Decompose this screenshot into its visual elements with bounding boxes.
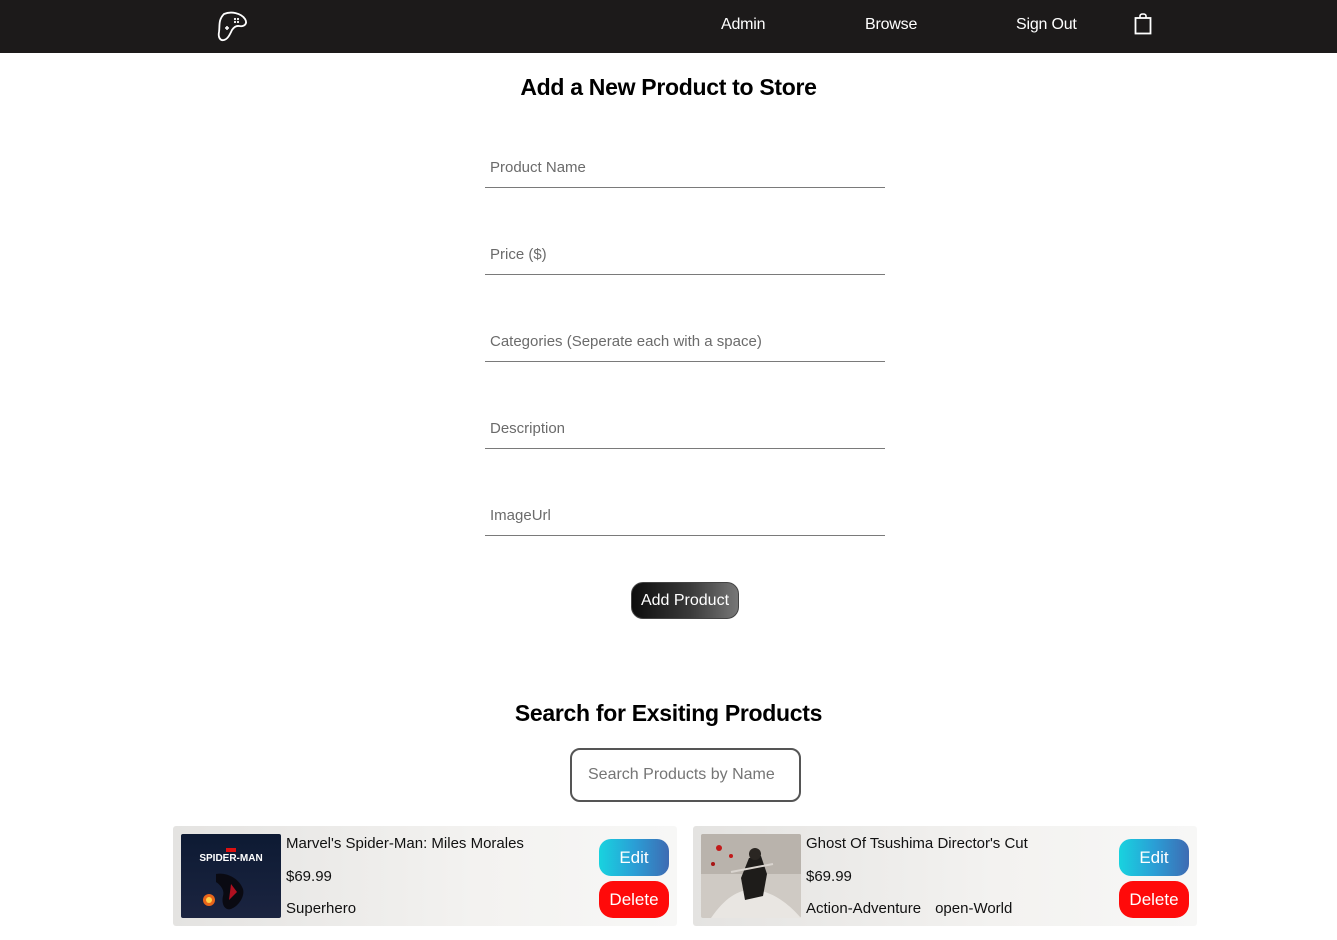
delete-button[interactable]: Delete <box>1119 881 1189 918</box>
product-thumbnail: SPIDER-MAN <box>181 834 281 918</box>
search-products-title: Search for Exsiting Products <box>514 700 823 726</box>
navbar: Admin Browse Sign Out <box>0 0 1337 53</box>
edit-button[interactable]: Edit <box>1119 839 1189 876</box>
image-url-input[interactable] <box>485 496 885 535</box>
product-card: Ghost Of Tsushima Director's Cut $69.99 … <box>693 826 1197 926</box>
category-tag: Superhero <box>286 900 357 917</box>
nav-admin-link[interactable]: Admin <box>721 16 766 34</box>
nav-sign-out-link[interactable]: Sign Out <box>1016 16 1077 34</box>
product-name: Marvel's Spider-Man: Miles Morales <box>286 835 524 852</box>
add-product-title: Add a New Product to Store <box>520 74 817 100</box>
product-price: $69.99 <box>286 868 332 885</box>
add-product-button[interactable]: Add Product <box>631 582 739 619</box>
image-url-field <box>485 496 885 536</box>
price-input[interactable] <box>485 235 885 274</box>
product-categories: Action-Adventure open-World <box>806 900 1026 917</box>
shopping-bag-icon[interactable] <box>1134 13 1152 35</box>
categories-field <box>485 322 885 362</box>
category-tag: Action-Adventure <box>806 900 922 917</box>
delete-button[interactable]: Delete <box>599 881 669 918</box>
search-box <box>570 748 801 802</box>
gamepad-icon[interactable] <box>215 10 249 42</box>
search-input[interactable] <box>572 750 799 800</box>
category-tag: open-World <box>935 900 1013 917</box>
description-input[interactable] <box>485 409 885 448</box>
edit-button[interactable]: Edit <box>599 839 669 876</box>
product-thumbnail <box>701 834 801 918</box>
product-name-input[interactable] <box>485 148 885 187</box>
categories-input[interactable] <box>485 322 885 361</box>
product-name-field <box>485 148 885 188</box>
product-name: Ghost Of Tsushima Director's Cut <box>806 835 1028 852</box>
product-price: $69.99 <box>806 868 852 885</box>
product-categories: Superhero <box>286 900 370 917</box>
description-field <box>485 409 885 449</box>
nav-browse-link[interactable]: Browse <box>865 16 917 34</box>
product-card: SPIDER-MAN Marvel's Spider-Man: Miles Mo… <box>173 826 677 926</box>
price-field <box>485 235 885 275</box>
thumbnail-logo-text: SPIDER-MAN <box>199 853 262 864</box>
